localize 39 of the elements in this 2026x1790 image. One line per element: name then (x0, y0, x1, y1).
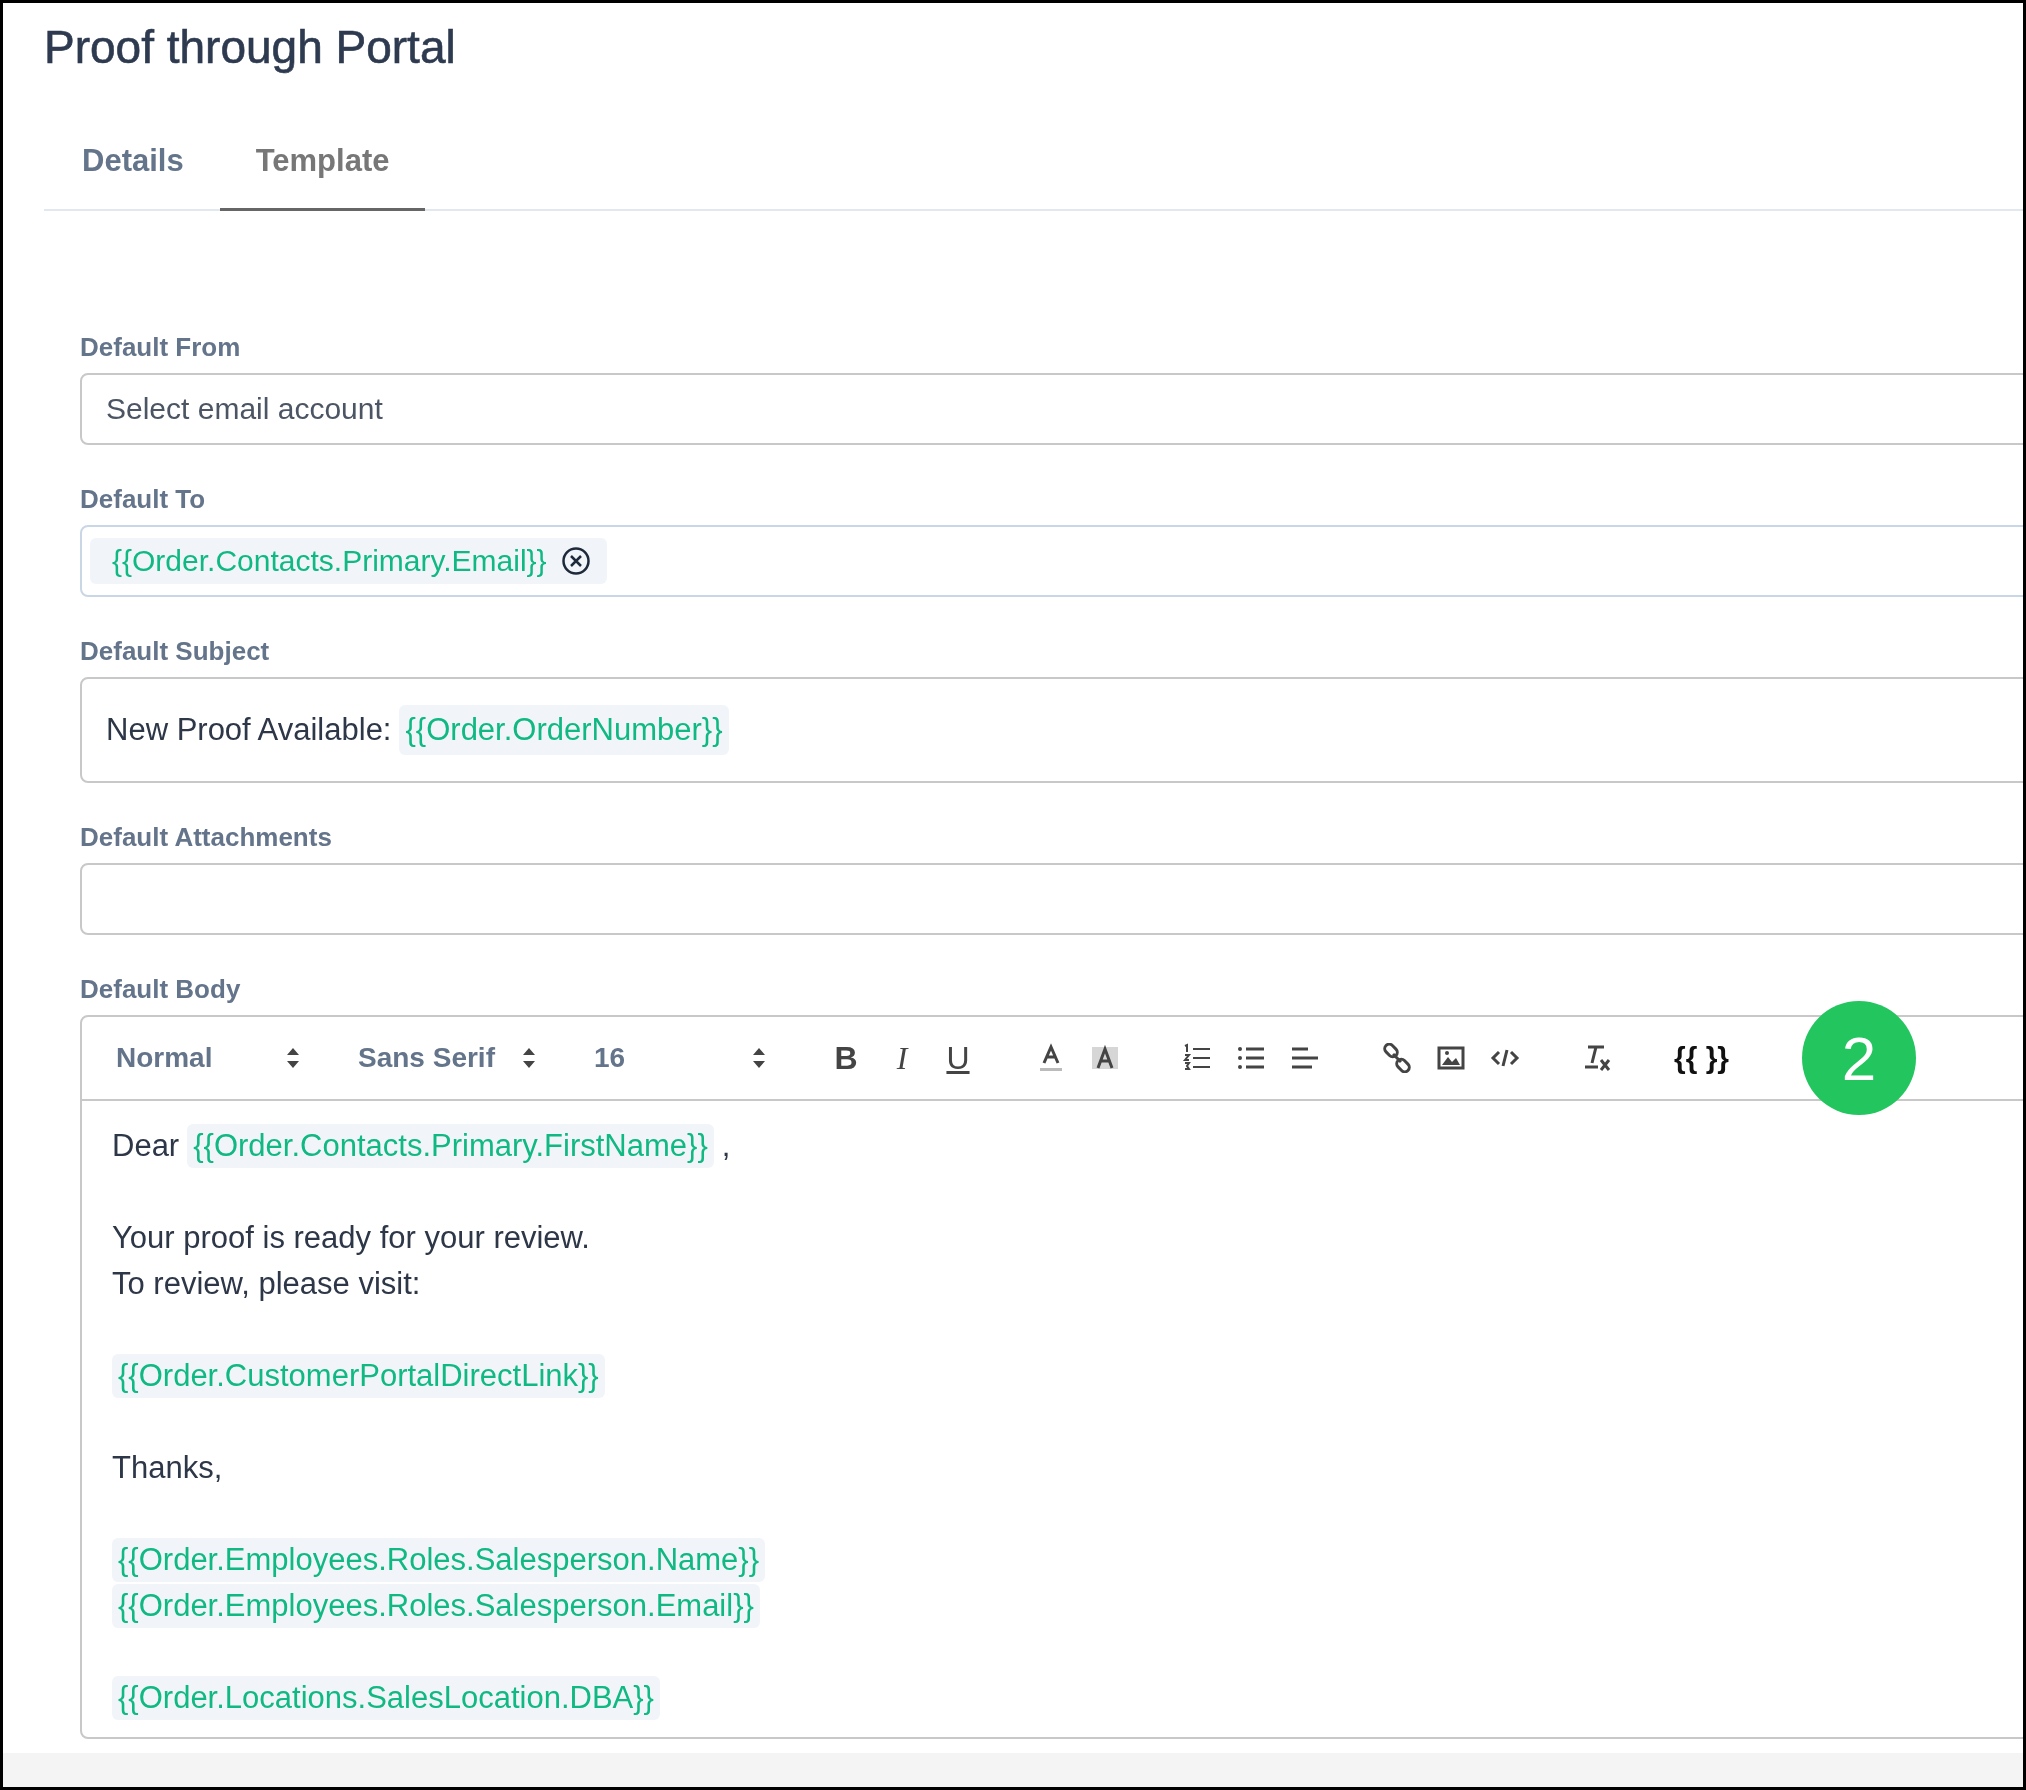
body-text: , (721, 1128, 731, 1164)
field-label: Default Subject (80, 635, 270, 668)
merge-tag: {{Order.Contacts.Primary.FirstName}} (187, 1124, 714, 1168)
merge-tag: {{Order.Locations.SalesLocation.DBA}} (112, 1676, 660, 1720)
merge-tag: {{Order.OrderNumber}} (399, 705, 729, 755)
link-icon[interactable] (1382, 1043, 1412, 1073)
tab[interactable]: Details (46, 109, 220, 211)
merge-tag: {{Order.Employees.Roles.Salesperson.Name}} (112, 1538, 766, 1582)
remove-icon[interactable] (560, 546, 591, 576)
body-text: Dear (112, 1128, 180, 1164)
body-text: Your proof is ready for your review. (112, 1220, 590, 1256)
italic-button[interactable]: I (886, 1040, 918, 1076)
email-select[interactable]: Select email account (80, 373, 2023, 445)
body-text: To review, please visit: (112, 1266, 421, 1302)
merge-tag: {{Order.CustomerPortalDirectLink}} (112, 1354, 605, 1398)
tag-text: {{Order.Contacts.Primary.Email}} (112, 544, 547, 578)
field-label: Default Body (80, 973, 241, 1006)
attachments-field[interactable] (80, 863, 2023, 935)
body-text: Thanks, (112, 1450, 223, 1486)
field-label: Default From (80, 331, 241, 364)
insert-variable-button[interactable]: {{ }} (1674, 1040, 1730, 1076)
bold-button[interactable]: B (830, 1040, 862, 1076)
field-label: Default Attachments (80, 821, 332, 854)
toolbar-select[interactable]: Normal (116, 1042, 300, 1074)
underline-button[interactable]: U (942, 1040, 974, 1076)
sort-caret-icon (752, 1047, 766, 1069)
page-title: Proof through Portal (44, 20, 457, 73)
numbered-list-icon[interactable] (1182, 1043, 1212, 1073)
merge-tag: {{Order.Employees.Roles.Salesperson.Email}} (112, 1584, 760, 1628)
sort-caret-icon (286, 1047, 300, 1069)
toolbar-select[interactable]: Sans Serif (358, 1042, 536, 1074)
subject-field[interactable]: New Proof Available: {{Order.OrderNumber}} (80, 677, 2023, 783)
subject-text: New Proof Available: (106, 712, 392, 748)
clear-format-icon[interactable] (1582, 1043, 1612, 1073)
tab[interactable]: Template (219, 109, 426, 211)
step-badge: 2 (1802, 1001, 1916, 1115)
toolbar-select[interactable]: 16 (594, 1042, 766, 1074)
sort-caret-icon (522, 1047, 536, 1069)
field-label: Default To (80, 483, 206, 516)
